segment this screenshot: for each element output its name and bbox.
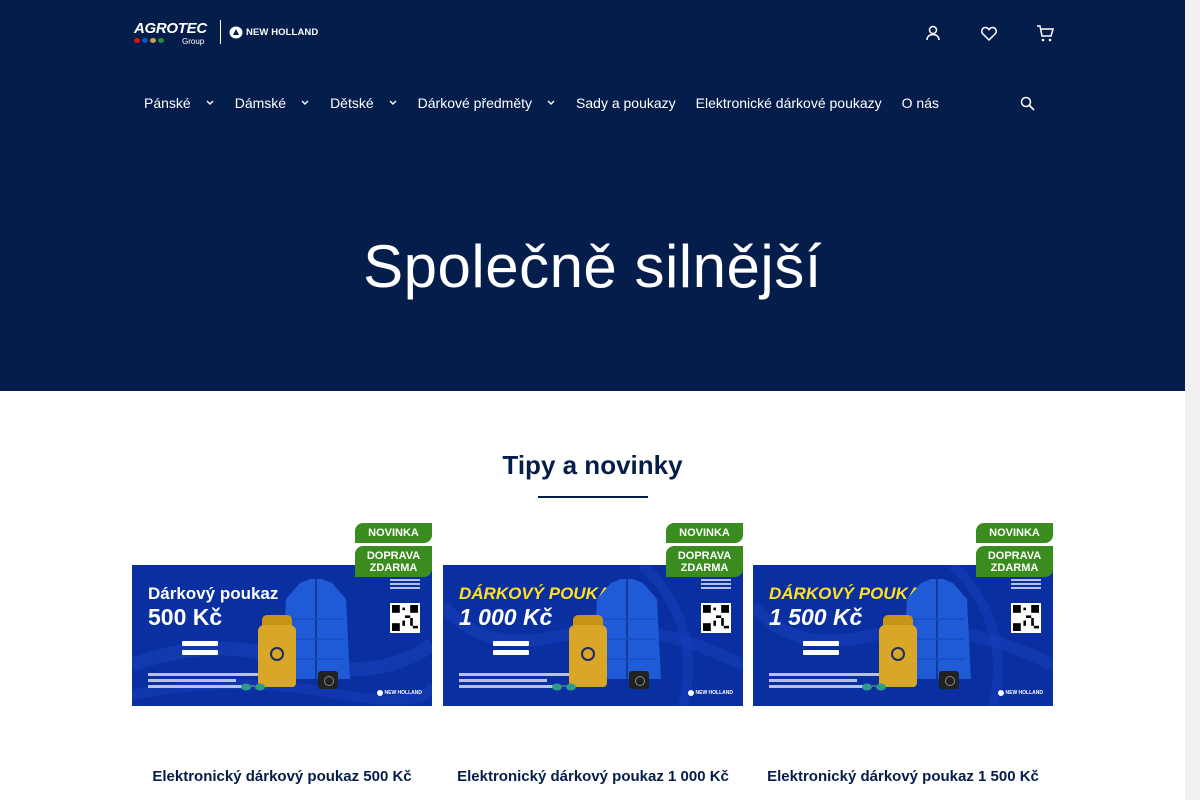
search-icon[interactable]: [1016, 92, 1038, 114]
nav-item-label: Dámské: [234, 95, 287, 111]
agrotec-group-label: Group: [182, 37, 205, 46]
qr-code-icon: [701, 603, 731, 633]
page-scrollbar[interactable]: [1185, 0, 1200, 800]
heart-icon[interactable]: [978, 22, 1000, 44]
nav-item-damske[interactable]: Dámské: [235, 95, 310, 111]
voucher-qr-caption: [701, 579, 731, 591]
product-name[interactable]: Elektronický dárkový poukaz 1 000 Kč: [423, 768, 763, 785]
product-name[interactable]: Elektronický dárkový poukaz 500 Kč: [112, 768, 452, 785]
product-image[interactable]: DÁRKOVÝ POUKAZ 1 500 Kč NEW HOLLAND: [753, 565, 1053, 706]
sunglasses-image: [552, 683, 576, 691]
product-card[interactable]: DÁRKOVÝ POUKAZ 1 500 Kč NEW HOLLAND NOVI…: [753, 523, 1053, 800]
agrotec-logo: AGROTEC Group: [134, 20, 212, 46]
backpack-logo-icon: [891, 647, 905, 661]
hero-title: Společně silnější: [363, 233, 822, 300]
backpack-logo-icon: [270, 647, 284, 661]
sunglasses-image: [862, 683, 886, 691]
nav-item-label: Dárkové předměty: [417, 95, 533, 111]
nav-item-label: Elektronické dárkové poukazy: [695, 95, 882, 111]
nav-item-sady-a-poukazy[interactable]: Sady a poukazy: [576, 95, 676, 111]
badge-novinka: NOVINKA: [666, 523, 743, 543]
nav-item-label: Pánské: [144, 95, 191, 111]
nav-item-label: Dětské: [330, 95, 374, 111]
user-icon[interactable]: [922, 22, 944, 44]
nav-item-o-nas[interactable]: O nás: [902, 95, 939, 111]
hero-banner: AGROTEC Group NEW HOLLAND Pánské Dámské …: [0, 0, 1185, 391]
voucher-form-lines: [459, 641, 529, 659]
product-card[interactable]: DÁRKOVÝ POUKAZ 1 000 Kč NEW HOLLAND NOVI…: [443, 523, 743, 800]
badge-doprava-zdarma: DOPRAVA ZDARMA: [976, 546, 1053, 577]
logo-divider: [220, 20, 221, 44]
badge-doprava-zdarma: DOPRAVA ZDARMA: [355, 546, 432, 577]
agrotec-wordmark: AGROTEC: [134, 20, 207, 37]
site-logo[interactable]: AGROTEC Group NEW HOLLAND: [134, 18, 318, 46]
product-name[interactable]: Elektronický dárkový poukaz 1 500 Kč: [733, 768, 1073, 785]
voucher-qr-caption: [1011, 579, 1041, 591]
new-holland-logo: NEW HOLLAND: [229, 26, 318, 39]
badge-novinka: NOVINKA: [976, 523, 1053, 543]
chevron-down-icon: [389, 100, 397, 105]
voucher-headline: Dárkový poukaz 500 Kč: [148, 583, 278, 631]
sunglasses-image: [241, 683, 265, 691]
voucher-nh-logo: NEW HOLLAND: [687, 690, 733, 696]
country-flags-icon: [134, 38, 164, 43]
voucher-form-lines: [769, 641, 839, 659]
section-title-underline: [538, 496, 648, 498]
qr-code-icon: [1011, 603, 1041, 633]
nav-item-label: O nás: [901, 95, 940, 111]
qr-code-icon: [390, 603, 420, 633]
backpack-logo-icon: [581, 647, 595, 661]
chevron-down-icon: [547, 100, 555, 105]
voucher-form-lines: [148, 641, 218, 659]
chevron-down-icon: [206, 100, 214, 105]
nav-item-detske[interactable]: Dětské: [330, 95, 398, 111]
product-image[interactable]: DÁRKOVÝ POUKAZ 1 000 Kč NEW HOLLAND: [443, 565, 743, 706]
chevron-down-icon: [301, 100, 309, 105]
product-card[interactable]: Dárkový poukaz 500 Kč NEW HOLLAND NOVINK…: [132, 523, 432, 800]
nav-item-panske[interactable]: Pánské: [144, 95, 215, 111]
speaker-image: [629, 671, 649, 689]
nav-item-label: Sady a poukazy: [576, 95, 676, 111]
nav-item-elektronicke-poukazy[interactable]: Elektronické dárkové poukazy: [696, 95, 882, 111]
main-nav: Pánské Dámské Dětské Dárkové předměty Sa…: [144, 92, 939, 114]
new-holland-leaf-icon: [229, 26, 243, 38]
cart-icon[interactable]: [1034, 22, 1056, 44]
badge-doprava-zdarma: DOPRAVA ZDARMA: [666, 546, 743, 577]
speaker-image: [318, 671, 338, 689]
badge-novinka: NOVINKA: [355, 523, 432, 543]
voucher-nh-logo: NEW HOLLAND: [997, 690, 1043, 696]
nav-item-darkove-predmety[interactable]: Dárkové předměty: [418, 95, 556, 111]
section-title: Tipy a novinky: [502, 450, 683, 480]
speaker-image: [939, 671, 959, 689]
new-holland-wordmark: NEW HOLLAND: [246, 26, 319, 38]
voucher-title: Dárkový poukaz: [148, 584, 279, 603]
voucher-nh-logo: NEW HOLLAND: [376, 690, 422, 696]
product-image[interactable]: Dárkový poukaz 500 Kč NEW HOLLAND: [132, 565, 432, 706]
voucher-qr-caption: [390, 579, 420, 591]
